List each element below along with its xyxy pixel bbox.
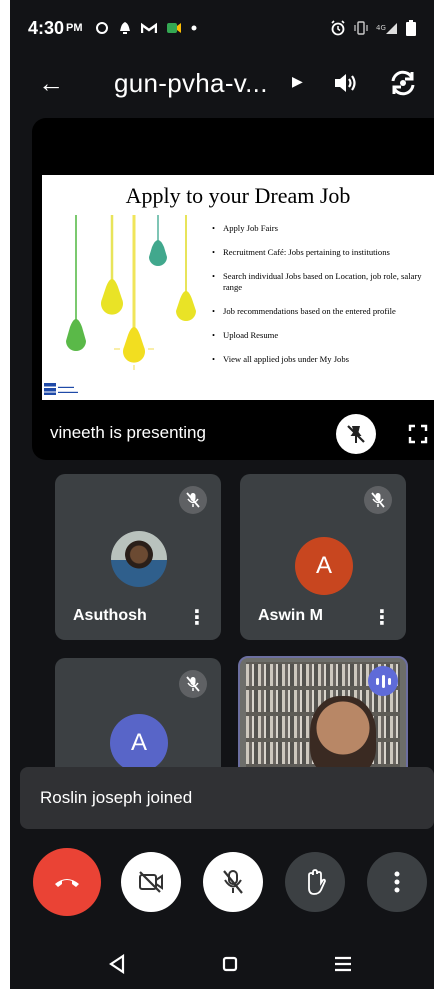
microphone-toggle-button[interactable] — [203, 852, 263, 912]
svg-text:4G: 4G — [376, 24, 386, 32]
meeting-app-bar: ← gun-pvha-v... ▶ — [10, 56, 434, 110]
slide-bullet: Apply Job Fairs — [212, 223, 426, 234]
participant-more-button[interactable]: ⋮ — [372, 605, 392, 630]
fullscreen-icon — [408, 424, 428, 444]
status-bar: 4:30 PM 4G — [10, 0, 434, 56]
participant-name: Aswin M — [258, 607, 323, 624]
participant-tile[interactable]: Asuthosh ⋮ — [55, 474, 221, 640]
meeting-details-caret-icon[interactable]: ▶ — [292, 73, 303, 90]
microphone-off-icon — [223, 870, 243, 894]
unpin-presentation-button[interactable] — [336, 414, 376, 454]
presentation-card[interactable]: Apply to your Dream Job Apply Job Fairs … — [32, 118, 434, 460]
dot-icon — [191, 25, 197, 31]
nav-home-icon[interactable] — [222, 956, 238, 972]
phone-screen: 4:30 PM 4G ← gun-pvha-v... ▶ Apply to yo… — [10, 0, 434, 989]
lightbulbs-illustration — [66, 215, 196, 370]
slide-bullet: View all applied jobs under My Jobs — [212, 354, 426, 365]
more-vertical-icon — [394, 871, 400, 893]
slide-bullet: Search individual Jobs based on Location… — [212, 271, 426, 293]
join-notification-text: Roslin joseph joined — [40, 788, 193, 807]
vibrate-icon — [354, 21, 368, 35]
speaker-icon[interactable] — [332, 71, 358, 95]
raise-hand-button[interactable] — [285, 852, 345, 912]
avatar — [111, 531, 167, 587]
slide-bullet: Upload Resume — [212, 330, 426, 341]
more-options-button[interactable] — [367, 852, 427, 912]
nav-recents-icon[interactable] — [334, 956, 352, 972]
participant-video — [310, 696, 376, 776]
raise-hand-icon — [308, 869, 326, 895]
mic-off-icon — [179, 670, 207, 698]
switch-camera-icon[interactable] — [388, 69, 418, 97]
join-notification: Roslin joseph joined — [20, 767, 434, 829]
end-call-icon — [55, 879, 79, 887]
back-button[interactable]: ← — [38, 68, 64, 98]
end-call-button[interactable] — [33, 848, 101, 916]
status-right-icons: 4G — [330, 20, 416, 36]
signal-icon: 4G — [376, 23, 397, 34]
system-navigation-bar — [10, 944, 434, 989]
nav-back-icon[interactable] — [108, 954, 126, 974]
meeting-code-title[interactable]: gun-pvha-v... — [114, 68, 268, 99]
camera-toggle-button[interactable] — [121, 852, 181, 912]
participant-more-button[interactable]: ⋮ — [187, 605, 207, 630]
slide-bullet: Job recommendations based on the entered… — [212, 306, 426, 317]
camera-off-icon — [139, 871, 163, 893]
organization-logo: ▬▬▬▬ ▬▬▬▬▬ — [44, 383, 94, 397]
mic-off-icon — [179, 486, 207, 514]
pin-off-icon — [347, 425, 365, 443]
sync-icon — [95, 22, 108, 34]
avatar: A — [295, 537, 353, 595]
status-ampm: PM — [66, 22, 83, 34]
mic-off-icon — [364, 486, 392, 514]
shared-slide: Apply to your Dream Job Apply Job Fairs … — [42, 175, 434, 400]
slide-title: Apply to your Dream Job — [125, 183, 351, 208]
speaking-indicator-icon — [368, 666, 398, 696]
slide-bullet-list: Apply Job Fairs Recruitment Café: Jobs p… — [212, 223, 426, 378]
fullscreen-button[interactable] — [398, 414, 434, 454]
participant-tile[interactable]: A Aswin M ⋮ — [240, 474, 406, 640]
notification-icon — [119, 22, 130, 34]
alarm-icon — [331, 20, 345, 36]
battery-icon — [406, 20, 416, 36]
participant-name: Asuthosh — [73, 607, 147, 624]
status-left-icons — [95, 21, 197, 35]
gmail-icon — [140, 22, 157, 33]
presenter-label: vineeth is presenting — [50, 423, 206, 442]
avatar: A — [110, 714, 168, 772]
meet-icon — [166, 23, 181, 33]
status-time: 4:30 — [28, 17, 65, 38]
slide-bullet: Recruitment Café: Jobs pertaining to ins… — [212, 247, 426, 258]
